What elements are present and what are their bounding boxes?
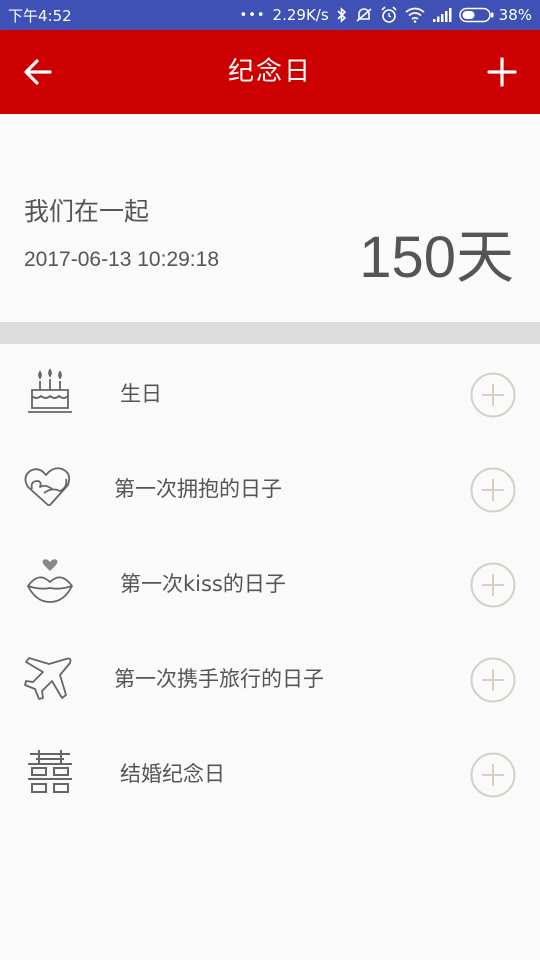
page-title: 纪念日: [227, 57, 312, 87]
battery-icon: [458, 7, 494, 23]
double-happiness-icon: [22, 748, 78, 796]
add-circle-icon[interactable]: [470, 467, 516, 513]
list-item[interactable]: 第一次kiss的日子: [0, 534, 540, 629]
battery-percent: 38%: [498, 6, 532, 24]
list-item-label: 第一次携手旅行的日子: [114, 667, 324, 691]
bluetooth-icon: [336, 7, 348, 23]
app-bar: 纪念日: [0, 30, 540, 114]
list-item-label: 第一次kiss的日子: [120, 572, 286, 596]
list-item[interactable]: 第一次拥抱的日子: [0, 439, 540, 534]
lips-icon: [22, 558, 78, 606]
more-dots: •••: [239, 7, 266, 23]
list-item[interactable]: 生日: [0, 344, 540, 439]
wifi-icon: [405, 7, 425, 23]
section-divider: [0, 322, 540, 344]
signal-icon: [432, 8, 452, 22]
status-bar: 下午4:52 ••• 2.29K/s 38%: [0, 0, 540, 30]
together-date: 2017-06-13 10:29:18: [24, 248, 219, 271]
together-days-count: 150天: [359, 225, 514, 290]
alarm-icon: [380, 6, 398, 24]
add-circle-icon[interactable]: [470, 752, 516, 798]
anniversary-list: 生日 第一次拥抱的日子 第一次kiss的日子 第一次携手旅行的日子 结婚纪念日: [0, 344, 540, 819]
add-circle-icon[interactable]: [470, 562, 516, 608]
add-icon[interactable]: [486, 56, 518, 88]
network-speed: 2.29K/s: [272, 6, 329, 24]
list-item[interactable]: 第一次携手旅行的日子: [0, 629, 540, 724]
list-item[interactable]: 结婚纪念日: [0, 724, 540, 819]
status-right-group: ••• 2.29K/s 38%: [240, 6, 532, 24]
together-card[interactable]: 我们在一起 2017-06-13 10:29:18 150天: [0, 114, 540, 322]
list-item-label: 第一次拥抱的日子: [114, 477, 282, 501]
battery: 38%: [458, 6, 532, 24]
cake-icon: [22, 368, 78, 416]
list-item-label: 生日: [120, 382, 162, 406]
mute-icon: [355, 7, 373, 23]
airplane-icon: [22, 653, 78, 701]
status-time: 下午4:52: [8, 6, 72, 25]
hug-heart-icon: [22, 463, 78, 511]
add-circle-icon[interactable]: [470, 372, 516, 418]
together-title: 我们在一起: [24, 197, 150, 226]
add-circle-icon[interactable]: [470, 657, 516, 703]
list-item-label: 结婚纪念日: [120, 762, 225, 786]
